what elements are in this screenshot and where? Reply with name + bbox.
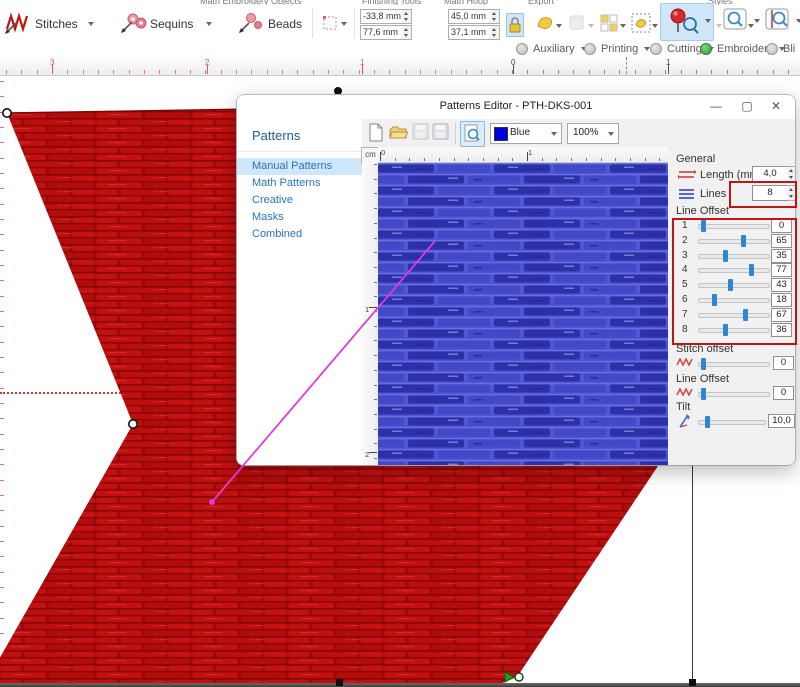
slider-thumb[interactable] [701, 358, 706, 370]
sequins-dropdown-icon[interactable] [206, 22, 212, 26]
tilt-field[interactable]: 10,0 [768, 414, 795, 428]
lines-label: Lines [700, 188, 726, 200]
mode-status-icon [584, 43, 596, 55]
sequins-button[interactable]: Sequins [150, 17, 193, 31]
sidebar-header: Patterns [237, 119, 362, 152]
line-offset-section-label: Line Offset [676, 205, 729, 217]
line-offset2-slider[interactable] [698, 392, 770, 397]
zoom-window-icon[interactable] [722, 6, 756, 36]
patterns-sidebar: Patterns Manual PatternsMath PatternsCre… [237, 119, 363, 465]
selection-corner-handle[interactable] [689, 679, 696, 686]
preview-horizontal-ruler: 01 [378, 147, 668, 163]
preview-ruler-number: 0 [381, 148, 385, 157]
position-x-stepper[interactable] [402, 9, 412, 24]
open-pattern-icon[interactable] [389, 123, 407, 142]
node-edit-dropdown-icon[interactable] [341, 22, 347, 26]
length-stepper[interactable] [787, 166, 795, 182]
sidebar-item[interactable]: Manual Patterns [237, 158, 362, 175]
dialog-toolbar: Blue 100% [362, 119, 795, 148]
mode-status-icon [766, 43, 778, 55]
new-pattern-icon[interactable] [368, 123, 386, 142]
line-offset2-field[interactable]: 0 [773, 386, 794, 400]
sequins-icon [120, 11, 148, 40]
slider-thumb[interactable] [701, 388, 706, 400]
position-y-field[interactable]: 77,6 mm [360, 25, 404, 40]
line-offset2-icon [676, 387, 694, 400]
sidebar-item[interactable]: Combined [237, 226, 362, 243]
ruler-cursor-marker [626, 57, 627, 74]
save-pattern-icon[interactable] [412, 123, 430, 142]
sidebar-item[interactable]: Masks [237, 209, 362, 226]
stitch-offset-field[interactable]: 0 [773, 356, 794, 370]
app-window: Math Embroidery ObjectsFinishing ToolsMa… [0, 0, 800, 687]
minimize-button[interactable]: — [701, 95, 731, 119]
mode-label: Embroidery [717, 43, 773, 55]
selection-top-handle[interactable] [334, 87, 342, 95]
selection-right-edge [692, 466, 693, 684]
tilt-icon [677, 413, 693, 432]
mode-label: Bli [783, 43, 795, 55]
machine-mode-toggle[interactable]: Printing [584, 41, 650, 57]
size-width-stepper[interactable] [490, 9, 500, 24]
line-offset2-section-label: Line Offset [676, 373, 729, 385]
mode-label: Auxiliary [533, 43, 575, 55]
mode-label: Cutting [667, 43, 702, 55]
size-height-stepper[interactable] [490, 25, 500, 40]
mode-status-icon [650, 43, 662, 55]
stitches-button[interactable]: Stitches [35, 17, 78, 31]
horizontal-ruler: 32101 [0, 57, 800, 76]
node-handle[interactable] [129, 420, 137, 428]
sidebar-item[interactable]: Math Patterns [237, 175, 362, 192]
size-height-field[interactable]: 37,1 mm [448, 25, 492, 40]
lock-proportions-button[interactable] [506, 13, 524, 37]
window-bottom-edge [0, 683, 800, 687]
size-width-field[interactable]: 45,0 mm [448, 9, 492, 24]
stitches-icon [4, 11, 32, 40]
position-y-stepper[interactable] [402, 25, 412, 40]
machine-modes-bar: Auxiliary Printing Cutting Embroidery [0, 41, 800, 58]
machine-mode-toggle[interactable]: Auxiliary [516, 41, 587, 57]
close-button[interactable]: ✕ [761, 95, 791, 119]
annotation-box-line-offset [672, 218, 797, 345]
slider-thumb[interactable] [705, 416, 710, 428]
mode-status-icon [700, 43, 712, 55]
beads-icon [238, 11, 266, 40]
maximize-button[interactable]: ▢ [732, 95, 762, 119]
preview-ruler-number: 1 [528, 148, 532, 157]
length-field[interactable]: 4,0 [752, 166, 788, 182]
tilt-slider[interactable] [698, 420, 766, 425]
preview-vertical-ruler: 12 [362, 162, 379, 465]
stitch-end-handle[interactable] [515, 673, 523, 681]
stitch-length-icon [678, 169, 696, 184]
zoom-select[interactable]: 100% [567, 123, 619, 144]
color-swatch-icon [494, 127, 508, 141]
stitch-offset-slider[interactable] [698, 362, 770, 367]
mode-label: Printing [601, 43, 638, 55]
preview-toggle-button[interactable] [460, 121, 485, 147]
tilt-section-label: Tilt [676, 401, 690, 413]
color-select[interactable]: Blue [490, 123, 562, 144]
lines-icon [678, 188, 696, 203]
stitch-offset-icon [676, 357, 694, 370]
sidebar-item[interactable]: Creative [237, 192, 362, 209]
save-as-pattern-icon[interactable] [432, 123, 450, 142]
node-edit-icon[interactable] [322, 15, 340, 36]
zoom-guides-icon[interactable] [764, 6, 798, 36]
annotation-box-lines [729, 181, 797, 208]
machine-mode-toggle[interactable]: Bli [766, 41, 800, 57]
node-handle[interactable] [3, 109, 11, 117]
beads-button[interactable]: Beads [268, 17, 302, 31]
mode-status-icon [516, 43, 528, 55]
selection-bottom-handle[interactable] [336, 679, 343, 686]
position-x-field[interactable]: -33,8 mm [360, 9, 404, 24]
pin-zoom-button[interactable] [660, 3, 714, 41]
pattern-preview[interactable] [378, 163, 668, 465]
dialog-title-bar[interactable]: Patterns Editor - PTH-DKS-001 — ▢ ✕ [237, 95, 795, 120]
stitches-dropdown-icon[interactable] [88, 22, 94, 26]
general-section-label: General [676, 153, 715, 165]
